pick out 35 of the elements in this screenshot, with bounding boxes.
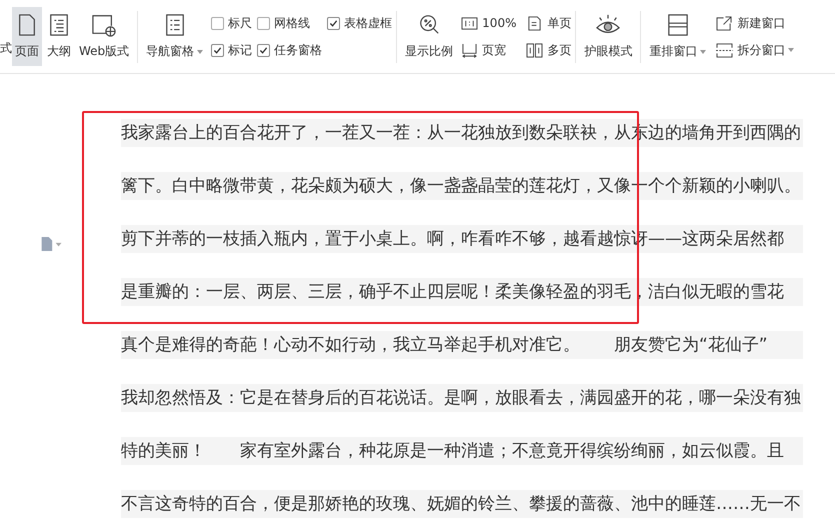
view-label: 式 xyxy=(0,40,11,57)
window-option-button[interactable]: 拆分窗口 xyxy=(716,40,794,60)
stacked-windows-icon xyxy=(666,13,689,37)
window-option-button[interactable]: 新建窗口 xyxy=(716,14,794,32)
eye-protection-button[interactable]: 护眼模式 xyxy=(581,7,636,66)
globe-page-icon xyxy=(90,13,118,37)
checkbox-option[interactable]: 任务窗格 xyxy=(257,42,322,58)
arrange-windows-button[interactable]: 重排窗口 xyxy=(646,7,710,66)
view-mode-button[interactable]: 大纲 xyxy=(44,7,74,66)
zoom-option-button[interactable]: 页宽 xyxy=(461,40,516,60)
zoom-ratio-button[interactable]: 显示比例 xyxy=(402,7,456,66)
zoom-option-button[interactable]: 100% xyxy=(461,14,516,32)
multi-page-icon xyxy=(526,42,544,58)
checkbox[interactable] xyxy=(211,44,224,56)
zoom-option-button[interactable]: 单页 xyxy=(526,14,572,32)
list-icon xyxy=(164,13,186,37)
checkbox[interactable] xyxy=(327,16,340,30)
ratio-icon xyxy=(461,16,478,30)
checkbox[interactable] xyxy=(257,44,270,56)
zoom-option-button[interactable]: 多页 xyxy=(526,40,572,60)
navigation-pane-button[interactable]: 导航窗格 xyxy=(143,7,206,66)
checkbox-option[interactable]: 表格虚框 xyxy=(327,14,392,32)
checkbox[interactable] xyxy=(257,16,270,30)
checkbox-option[interactable]: 网格线 xyxy=(257,14,322,32)
view-mode-button[interactable]: Web版式 xyxy=(76,7,132,66)
page-icon xyxy=(16,13,38,37)
checkbox-option[interactable]: 标记 xyxy=(211,42,252,58)
page-width-icon xyxy=(461,42,478,58)
list-icon xyxy=(48,13,70,37)
new-window-icon xyxy=(716,16,734,30)
checkbox[interactable] xyxy=(211,16,224,30)
split-window-icon xyxy=(716,42,734,58)
single-page-icon xyxy=(526,16,544,30)
checkbox-option[interactable]: 标尺 xyxy=(211,14,252,32)
view-mode-button[interactable]: 页面 xyxy=(12,7,42,66)
